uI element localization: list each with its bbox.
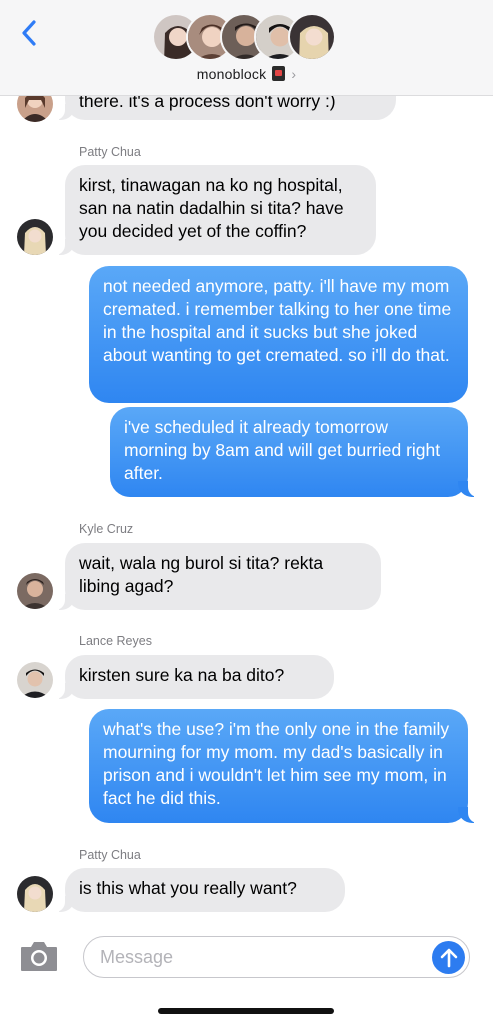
avatar[interactable] [17,662,53,698]
message-text: kirsten sure ka na ba dito? [79,665,285,685]
back-button[interactable] [14,16,44,50]
sender-name: Kyle Cruz [79,522,134,536]
camera-button[interactable] [19,940,59,974]
message-text: i've scheduled it already tomorrow morni… [124,417,441,483]
avatar[interactable] [17,876,53,912]
message-bubble[interactable]: kirsten sure ka na ba dito? [55,655,334,699]
message-input-placeholder: Message [100,947,174,967]
group-name[interactable]: monoblock › [0,66,493,82]
message-bubble[interactable]: i've scheduled it already tomorrow morni… [110,407,478,497]
sender-name: Patty Chua [79,848,141,862]
message-text: is this what you really want? [79,878,297,898]
message-list[interactable]: there. it's a process don't worry :) Pat… [0,0,493,930]
message-bubble[interactable]: is this what you really want? [55,868,345,912]
group-name-label: monoblock [196,66,267,82]
chevron-left-icon [22,20,36,46]
message-text: kirst, tinawagan na ko ng hospital, san … [79,175,344,241]
camera-icon [21,942,57,971]
message-input[interactable]: Message [83,936,470,978]
message-bubble[interactable]: kirst, tinawagan na ko ng hospital, san … [55,165,376,255]
message-bubble[interactable]: what's the use? i'm the only one in the … [89,709,478,823]
chevron-right-icon: › [291,66,297,82]
sender-name: Patty Chua [79,145,141,159]
group-avatars[interactable] [152,13,342,63]
home-indicator[interactable] [158,1008,334,1014]
arrow-up-icon [440,948,457,967]
phone-emoji-icon [272,66,286,81]
message-text: not needed anymore, patty. i'll have my … [103,276,452,365]
conversation-header: monoblock › [0,0,493,96]
message-text: what's the use? i'm the only one in the … [103,719,450,808]
send-button[interactable] [432,941,465,974]
avatar[interactable] [17,219,53,255]
avatar[interactable] [17,573,53,609]
message-bubble[interactable]: not needed anymore, patty. i'll have my … [89,266,468,403]
avatar [288,13,336,61]
sender-name: Lance Reyes [79,634,152,648]
message-bubble[interactable]: wait, wala ng burol si tita? rekta libin… [55,543,381,610]
message-text: wait, wala ng burol si tita? rekta libin… [79,553,324,596]
